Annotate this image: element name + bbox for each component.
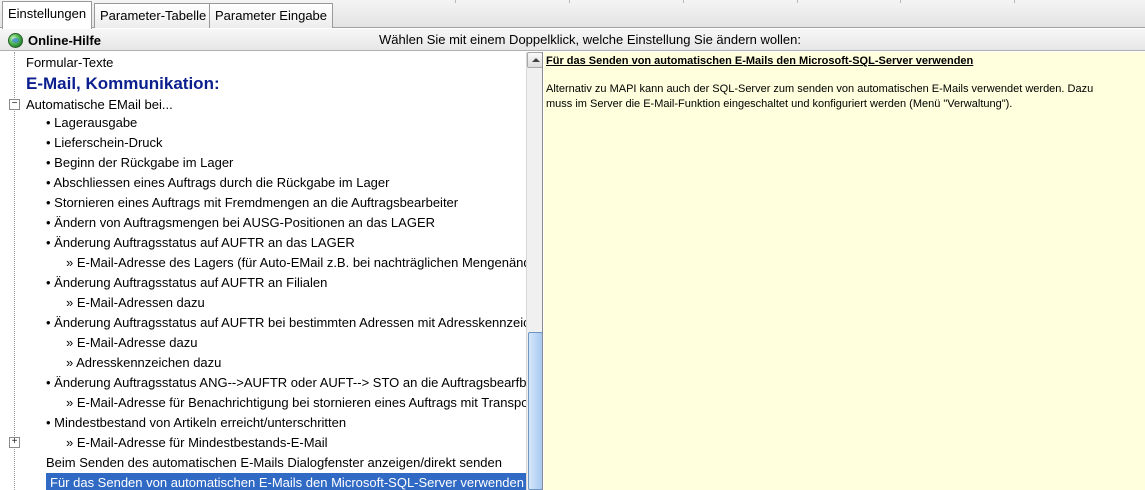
tree-item-label: • Beginn der Rückgabe im Lager — [46, 155, 234, 170]
tab-strip-divider — [1014, 0, 1015, 3]
tab-strip-divider — [455, 0, 456, 3]
collapse-icon[interactable]: − — [9, 99, 20, 110]
globe-icon — [8, 32, 23, 48]
tree-item[interactable]: • Stornieren eines Auftrags mit Fremdmen… — [46, 193, 458, 213]
tree-item-label: • Änderung Auftragsstatus auf AUFTR an d… — [46, 235, 355, 250]
tree-item-label: Für das Senden von automatischen E-Mails… — [46, 473, 528, 490]
tree-item[interactable]: » Adresskennzeichen dazu — [66, 353, 221, 373]
info-bar: Online-Hilfe Wählen Sie mit einem Doppel… — [0, 29, 1145, 51]
tree-item-label: • Lieferschein-Druck — [46, 135, 163, 150]
tree-item-label: » E-Mail-Adressen dazu — [66, 295, 205, 310]
tree-item[interactable]: » E-Mail-Adressen dazu — [66, 293, 205, 313]
tree-item[interactable]: » E-Mail-Adresse für Mindestbestands-E-M… — [66, 433, 328, 453]
tree-item[interactable]: Automatische EMail bei... — [26, 95, 173, 115]
instruction-text: Wählen Sie mit einem Doppelklick, welche… — [379, 32, 801, 47]
expand-icon[interactable]: + — [9, 437, 20, 448]
tree-item[interactable]: • Lieferschein-Druck — [46, 133, 163, 153]
scroll-up-arrow-icon[interactable] — [527, 52, 542, 68]
tree-heading: E-Mail, Kommunikation: — [26, 73, 220, 95]
tab-parameter-eingabe[interactable]: Parameter Eingabe — [209, 3, 334, 28]
tree-item-label: » E-Mail-Adresse des Lagers (für Auto-EM… — [66, 255, 531, 270]
tree-item[interactable]: • Beginn der Rückgabe im Lager — [46, 153, 233, 173]
tab-strip-divider — [797, 0, 798, 3]
tab-strip: Einstellungen Parameter-Tabelle Paramete… — [0, 0, 1145, 29]
tab-strip-divider — [569, 0, 570, 3]
tree-item[interactable]: • Mindestbestand von Artikeln erreicht/u… — [46, 413, 346, 433]
tree-item[interactable]: • Änderung Auftragsstatus ANG-->AUFTR od… — [46, 373, 534, 393]
tab-strip-divider — [683, 0, 684, 3]
description-panel: Für das Senden von automatischen E-Mails… — [544, 52, 1145, 490]
tree-item-label: • Stornieren eines Auftrags mit Fremdmen… — [46, 195, 459, 210]
tree-item-label: • Änderung Auftragsstatus auf AUFTR bei … — [46, 315, 530, 330]
tree-item[interactable]: » E-Mail-Adresse für Benachrichtigung be… — [66, 393, 528, 413]
tree-item-label: • Änderung Auftragsstatus ANG-->AUFTR od… — [46, 375, 534, 390]
settings-tree: Formular-Texte E-Mail, Kommunikation: Auto… — [0, 52, 543, 490]
tree-item[interactable]: • Ändern von Auftragsmengen bei AUSG-Pos… — [46, 213, 435, 233]
tab-einstellungen[interactable]: Einstellungen — [2, 1, 93, 29]
tree-item[interactable]: • Änderung Auftragsstatus auf AUFTR bei … — [46, 313, 530, 333]
tree-item-label: • Mindestbestand von Artikeln erreicht/u… — [46, 415, 347, 430]
tree-item-label: • Ändern von Auftragsmengen bei AUSG-Pos… — [46, 215, 436, 230]
tree-item[interactable]: • Lagerausgabe — [46, 113, 137, 133]
tree-scrollbar[interactable] — [526, 52, 542, 490]
tree-item-label: • Änderung Auftragsstatus auf AUFTR an F… — [46, 275, 328, 290]
tree-guide-line — [14, 52, 15, 490]
tree-item[interactable]: • Änderung Auftragsstatus auf AUFTR an F… — [46, 273, 327, 293]
online-help-label: Online-Hilfe — [28, 32, 101, 48]
tree-item-label: Beim Senden des automatischen E-Mails Di… — [46, 455, 502, 470]
online-help-button[interactable]: Online-Hilfe — [8, 31, 101, 49]
tree-item-label: » E-Mail-Adresse für Mindestbestands-E-M… — [66, 435, 328, 450]
tree-item[interactable]: • Änderung Auftragsstatus auf AUFTR an d… — [46, 233, 355, 253]
tree-item-label: Automatische EMail bei... — [26, 97, 173, 112]
tree-item[interactable]: Beim Senden des automatischen E-Mails Di… — [46, 453, 502, 473]
tree-item-label: • Lagerausgabe — [46, 115, 138, 130]
tree-item-label: E-Mail, Kommunikation: — [26, 74, 220, 93]
tree-item[interactable]: Formular-Texte — [26, 53, 113, 73]
tree-item-label: » E-Mail-Adresse für Benachrichtigung be… — [66, 395, 529, 410]
tree-item-label: » Adresskennzeichen dazu — [66, 355, 222, 370]
tree-item-label: Formular-Texte — [26, 55, 114, 70]
description-title: Für das Senden von automatischen E-Mails… — [546, 55, 974, 67]
description-body: Alternativ zu MAPI kann auch der SQL-Ser… — [546, 83, 1094, 110]
tree-item[interactable]: » E-Mail-Adresse des Lagers (für Auto-EM… — [66, 253, 531, 273]
tab-parameter-tabelle[interactable]: Parameter-Tabelle — [94, 3, 213, 28]
tree-item-label: » E-Mail-Adresse dazu — [66, 335, 198, 350]
tree-item[interactable]: Für das Senden von automatischen E-Mails… — [46, 473, 528, 490]
tree-item[interactable]: » E-Mail-Adresse dazu — [66, 333, 198, 353]
scrollbar-thumb[interactable] — [528, 332, 542, 490]
tree-item[interactable]: • Abschliessen eines Auftrags durch die … — [46, 173, 389, 193]
tree-item-label: • Abschliessen eines Auftrags durch die … — [46, 175, 390, 190]
tab-strip-divider — [900, 0, 901, 3]
